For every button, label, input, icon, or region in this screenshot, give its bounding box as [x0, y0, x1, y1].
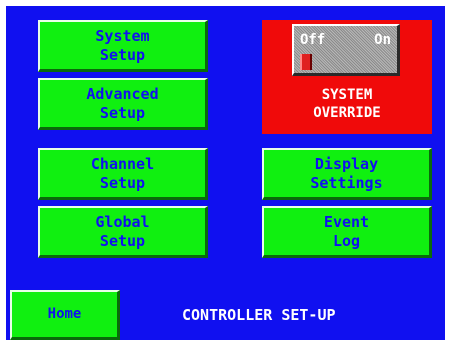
system-setup-label-line2: Setup	[99, 45, 146, 64]
advanced-setup-label-line2: Setup	[99, 103, 146, 122]
global-setup-label-line2: Setup	[99, 231, 146, 250]
display-settings-button[interactable]: Display Settings	[262, 148, 432, 200]
system-override-label-line1: SYSTEM	[321, 87, 373, 103]
channel-setup-label-line2: Setup	[99, 173, 146, 192]
display-settings-label-line2: Settings	[310, 173, 383, 192]
display-settings-label-line1: Display	[314, 154, 379, 173]
toggle-knob[interactable]	[300, 54, 312, 70]
event-log-label-line2: Log	[332, 231, 361, 250]
home-button[interactable]: Home	[10, 290, 120, 340]
home-label: Home	[47, 306, 82, 322]
controller-screen: System Setup Advanced Setup Channel Setu…	[0, 0, 455, 344]
advanced-setup-label-line1: Advanced	[86, 84, 159, 103]
system-override-label-line2: OVERRIDE	[313, 105, 381, 121]
global-setup-label-line1: Global	[95, 212, 150, 231]
screen-title: CONTROLLER SET-UP	[182, 306, 336, 324]
system-setup-label-line1: System	[95, 26, 150, 45]
system-override-panel[interactable]: Off On SYSTEM OVERRIDE	[262, 20, 432, 134]
system-override-label: SYSTEM OVERRIDE	[262, 86, 432, 122]
toggle-off-label: Off	[300, 32, 326, 48]
event-log-label-line1: Event	[323, 212, 370, 231]
global-setup-button[interactable]: Global Setup	[38, 206, 208, 258]
advanced-setup-button[interactable]: Advanced Setup	[38, 78, 208, 130]
system-setup-button[interactable]: System Setup	[38, 20, 208, 72]
event-log-button[interactable]: Event Log	[262, 206, 432, 258]
toggle-on-label: On	[374, 32, 391, 48]
channel-setup-label-line1: Channel	[90, 154, 155, 173]
override-toggle-switch[interactable]: Off On	[292, 24, 400, 76]
channel-setup-button[interactable]: Channel Setup	[38, 148, 208, 200]
